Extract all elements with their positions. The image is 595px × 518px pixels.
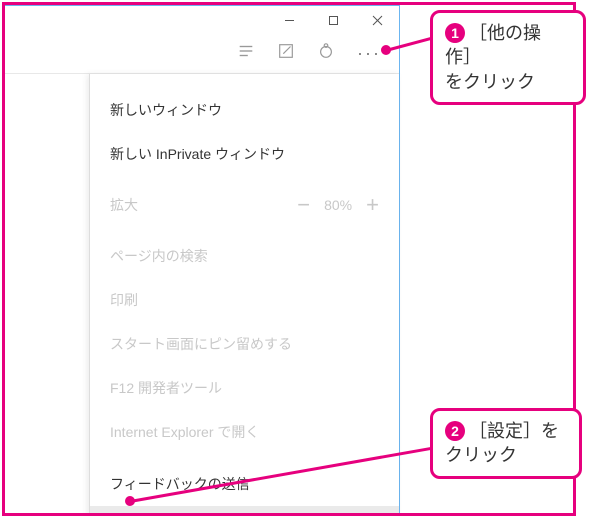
leader-dot-1 <box>381 45 391 55</box>
browser-toolbar: ··· <box>2 34 399 74</box>
menu-devtools[interactable]: F12 開発者ツール <box>90 366 399 410</box>
more-actions-button[interactable]: ··· <box>357 43 381 64</box>
menu-pin-to-start[interactable]: スタート画面にピン留めする <box>90 322 399 366</box>
callout-2-line1: ［設定］を <box>469 421 559 441</box>
zoom-value: 80% <box>324 197 352 213</box>
note-icon[interactable] <box>277 42 295 65</box>
zoom-in-button[interactable]: + <box>366 192 379 218</box>
menu-print[interactable]: 印刷 <box>90 278 399 322</box>
reading-list-icon[interactable] <box>237 42 255 65</box>
menu-new-window[interactable]: 新しいウィンドウ <box>90 88 399 132</box>
zoom-out-button[interactable]: − <box>297 192 310 218</box>
zoom-label: 拡大 <box>110 195 138 215</box>
callout-number-2: 2 <box>445 421 465 441</box>
window-titlebar <box>2 6 399 34</box>
callout-number-1: 1 <box>445 23 465 43</box>
callout-2: 2［設定］を クリック <box>430 408 582 479</box>
edge-browser-window: ··· 欠はどこへ スを入力 フ 秒 19° 新しいウィンドウ 新しい InPr… <box>2 5 400 516</box>
minimize-button[interactable] <box>267 6 311 34</box>
callout-2-line2: クリック <box>445 445 517 465</box>
menu-find-on-page[interactable]: ページ内の検索 <box>90 234 399 278</box>
menu-settings[interactable]: 設定 <box>90 506 399 516</box>
menu-new-inprivate[interactable]: 新しい InPrivate ウィンドウ <box>90 132 399 176</box>
maximize-button[interactable] <box>311 6 355 34</box>
menu-open-with-ie[interactable]: Internet Explorer で開く <box>90 410 399 454</box>
callout-1: 1［他の操作］ をクリック <box>430 10 586 105</box>
share-icon[interactable] <box>317 42 335 65</box>
menu-zoom-row: 拡大 − 80% + <box>90 184 399 226</box>
more-actions-menu: 新しいウィンドウ 新しい InPrivate ウィンドウ 拡大 − 80% + … <box>89 74 399 516</box>
leader-dot-2 <box>125 496 135 506</box>
close-button[interactable] <box>355 6 399 34</box>
callout-1-line2: をクリック <box>445 72 535 92</box>
